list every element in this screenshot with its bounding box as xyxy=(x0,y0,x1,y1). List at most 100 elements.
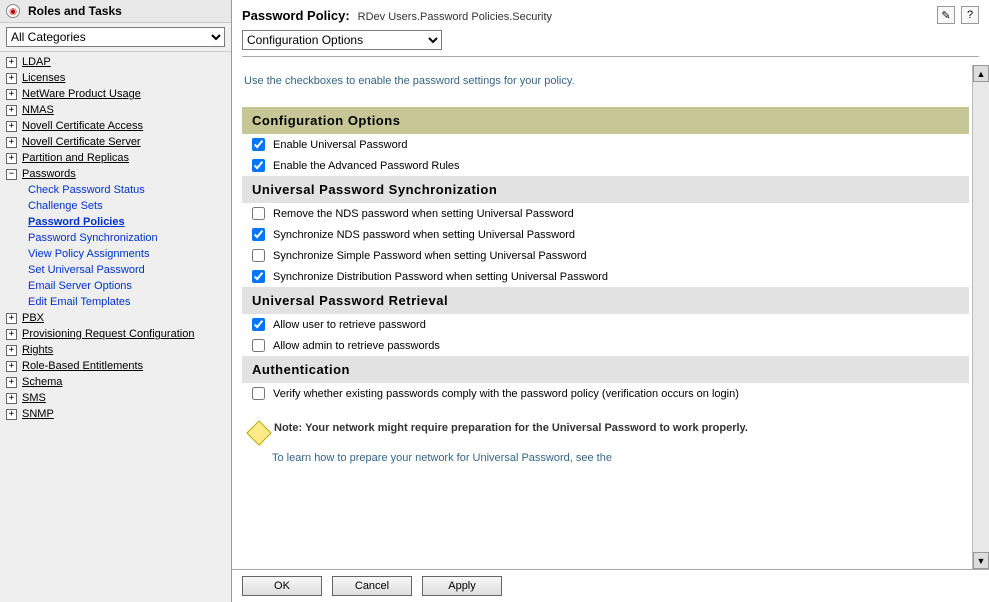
expand-icon[interactable]: + xyxy=(6,137,17,148)
option-checkbox[interactable] xyxy=(252,159,265,172)
option-checkbox[interactable] xyxy=(252,138,265,151)
tree-label[interactable]: Partition and Replicas xyxy=(22,152,129,164)
tree-item[interactable]: −Passwords xyxy=(0,166,231,182)
ok-button[interactable]: OK xyxy=(242,576,322,596)
tab-dropdown[interactable]: Configuration Options xyxy=(242,30,442,50)
sidebar-header: ◉ Roles and Tasks xyxy=(0,0,231,23)
tree-label[interactable]: Licenses xyxy=(22,72,65,84)
expand-icon[interactable]: + xyxy=(6,345,17,356)
expand-icon[interactable]: + xyxy=(6,153,17,164)
option-row: Allow user to retrieve password xyxy=(242,314,969,335)
help-icon[interactable]: ? xyxy=(961,6,979,24)
tree-item[interactable]: + Schema xyxy=(0,374,231,390)
tree-item[interactable]: + LDAP xyxy=(0,54,231,70)
tree-label[interactable]: NMAS xyxy=(22,104,54,116)
expand-icon[interactable]: + xyxy=(6,329,17,340)
tree-item[interactable]: + Licenses xyxy=(0,70,231,86)
option-row: Synchronize NDS password when setting Un… xyxy=(242,224,969,245)
expand-icon[interactable]: + xyxy=(6,409,17,420)
sub-link[interactable]: Email Server Options xyxy=(28,278,231,294)
instruction-text: Use the checkboxes to enable the passwor… xyxy=(244,75,969,87)
collapse-icon[interactable]: − xyxy=(6,169,17,180)
edit-icon[interactable]: ✎ xyxy=(937,6,955,24)
tree-item[interactable]: + Partition and Replicas xyxy=(0,150,231,166)
option-row: Enable Universal Password xyxy=(242,134,969,155)
tree-label[interactable]: Rights xyxy=(22,344,53,356)
expand-icon[interactable]: + xyxy=(6,377,17,388)
expand-icon[interactable]: + xyxy=(6,361,17,372)
expand-icon[interactable]: + xyxy=(6,121,17,132)
expand-icon[interactable]: + xyxy=(6,105,17,116)
option-label: Verify whether existing passwords comply… xyxy=(273,388,739,400)
sub-link[interactable]: Password Synchronization xyxy=(28,230,231,246)
expand-icon[interactable]: + xyxy=(6,73,17,84)
sub-link[interactable]: Edit Email Templates xyxy=(28,294,231,310)
option-label: Remove the NDS password when setting Uni… xyxy=(273,208,574,220)
sub-link[interactable]: View Policy Assignments xyxy=(28,246,231,262)
option-checkbox[interactable] xyxy=(252,270,265,283)
tree-label[interactable]: Novell Certificate Server xyxy=(22,136,141,148)
option-checkbox[interactable] xyxy=(252,387,265,400)
option-checkbox[interactable] xyxy=(252,228,265,241)
divider xyxy=(242,56,979,57)
sub-link[interactable]: Set Universal Password xyxy=(28,262,231,278)
category-dropdown[interactable]: All Categories xyxy=(6,27,225,47)
expand-icon[interactable]: + xyxy=(6,393,17,404)
option-label: Synchronize Simple Password when setting… xyxy=(273,250,587,262)
roles-tree[interactable]: + LDAP + Licenses + NetWare Product Usage + NMA… xyxy=(0,52,231,602)
section-header: Configuration Options xyxy=(242,107,969,134)
tree-label[interactable]: Role-Based Entitlements xyxy=(22,360,143,372)
footer-buttons: OK Cancel Apply xyxy=(232,569,989,602)
tree-label[interactable]: PBX xyxy=(22,312,44,324)
tree-label[interactable]: LDAP xyxy=(22,56,51,68)
section-header: Universal Password Retrieval xyxy=(242,287,969,314)
tree-item[interactable]: + PBX xyxy=(0,310,231,326)
tree-label[interactable]: Schema xyxy=(22,376,62,388)
option-label: Allow admin to retrieve passwords xyxy=(273,340,440,352)
option-row: Synchronize Simple Password when setting… xyxy=(242,245,969,266)
roles-icon: ◉ xyxy=(6,4,20,18)
option-checkbox[interactable] xyxy=(252,318,265,331)
option-checkbox[interactable] xyxy=(252,207,265,220)
tree-item[interactable]: + Novell Certificate Server xyxy=(0,134,231,150)
tree-label[interactable]: SNMP xyxy=(22,408,54,420)
tree-item[interactable]: + Role-Based Entitlements xyxy=(0,358,231,374)
tree-item[interactable]: + Novell Certificate Access xyxy=(0,118,231,134)
cancel-button[interactable]: Cancel xyxy=(332,576,412,596)
scroll-down-icon[interactable]: ▼ xyxy=(973,552,989,569)
tree-label[interactable]: SMS xyxy=(22,392,46,404)
option-row: Remove the NDS password when setting Uni… xyxy=(242,203,969,224)
vertical-scrollbar[interactable]: ▲ ▼ xyxy=(972,65,989,569)
tree-item[interactable]: + SMS xyxy=(0,390,231,406)
tree-item[interactable]: + Provisioning Request Configuration xyxy=(0,326,231,342)
breadcrumb-path: RDev Users.Password Policies.Security xyxy=(358,11,552,23)
tree-item[interactable]: + NMAS xyxy=(0,102,231,118)
sidebar: ◉ Roles and Tasks All Categories + LDAP + L… xyxy=(0,0,232,602)
section-header: Universal Password Synchronization xyxy=(242,176,969,203)
tree-label[interactable]: Passwords xyxy=(22,168,76,180)
sub-link[interactable]: Password Policies xyxy=(28,214,231,230)
sub-link[interactable]: Challenge Sets xyxy=(28,198,231,214)
sidebar-title: Roles and Tasks xyxy=(28,4,122,18)
tree-item[interactable]: + SNMP xyxy=(0,406,231,422)
tree-item[interactable]: + NetWare Product Usage xyxy=(0,86,231,102)
tree-item[interactable]: + Rights xyxy=(0,342,231,358)
tree-label[interactable]: NetWare Product Usage xyxy=(22,88,141,100)
tree-label[interactable]: Provisioning Request Configuration xyxy=(22,328,194,340)
option-checkbox[interactable] xyxy=(252,339,265,352)
note-label: Note: xyxy=(274,422,302,434)
option-label: Allow user to retrieve password xyxy=(273,319,426,331)
main-header: Password Policy: RDev Users.Password Pol… xyxy=(232,0,989,28)
page-title: Password Policy: xyxy=(242,8,350,23)
scroll-up-icon[interactable]: ▲ xyxy=(973,65,989,82)
expand-icon[interactable]: + xyxy=(6,57,17,68)
main-panel: Password Policy: RDev Users.Password Pol… xyxy=(232,0,989,602)
tree-label[interactable]: Novell Certificate Access xyxy=(22,120,143,132)
expand-icon[interactable]: + xyxy=(6,313,17,324)
subtree: Check Password StatusChallenge SetsPassw… xyxy=(0,182,231,310)
warning-icon xyxy=(246,420,271,445)
apply-button[interactable]: Apply xyxy=(422,576,502,596)
sub-link[interactable]: Check Password Status xyxy=(28,182,231,198)
expand-icon[interactable]: + xyxy=(6,89,17,100)
option-checkbox[interactable] xyxy=(252,249,265,262)
